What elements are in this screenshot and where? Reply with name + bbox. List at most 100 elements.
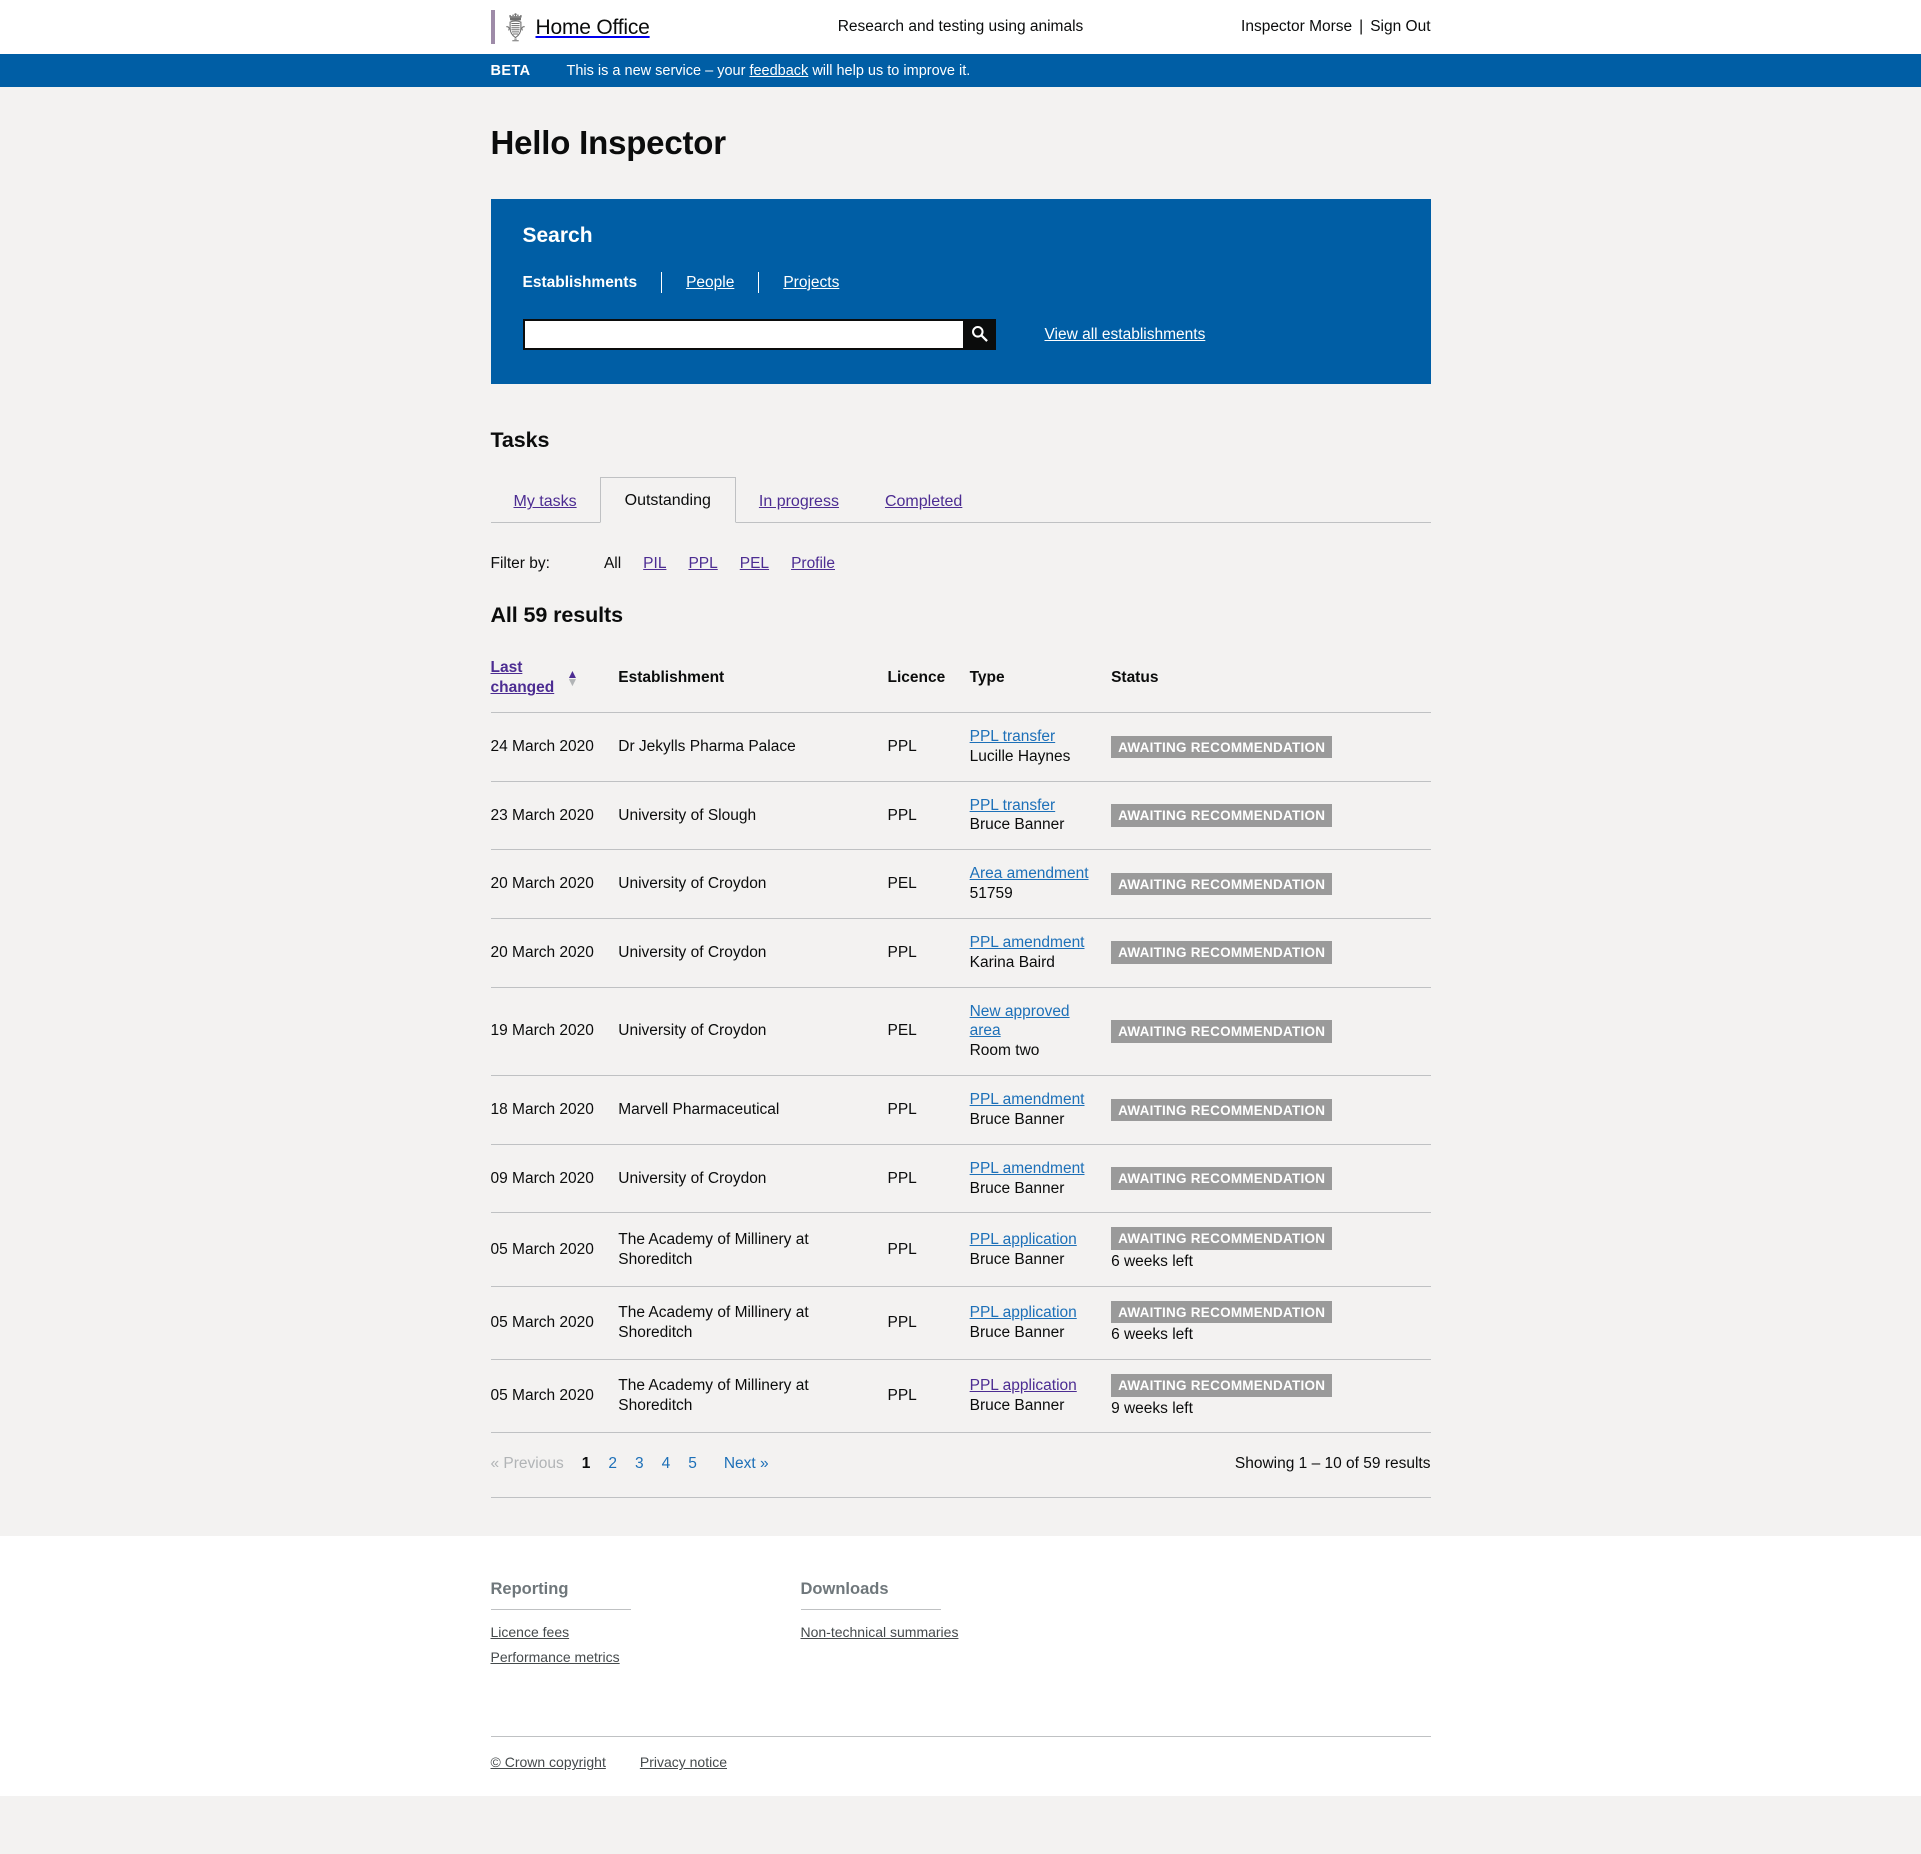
status-badge: AWAITING RECOMMENDATION [1111, 735, 1333, 759]
cell-last-changed: 24 March 2020 [490, 712, 619, 782]
task-type-link[interactable]: PPL amendment [970, 1160, 1085, 1177]
pagination-page-2[interactable]: 2 [608, 1455, 617, 1473]
tab-completed[interactable]: Completed [862, 480, 985, 523]
view-all-establishments-link[interactable]: View all establishments [1045, 326, 1206, 344]
cell-licence: PPL [887, 1286, 970, 1361]
filter-option-all[interactable]: All [604, 555, 621, 573]
footer-bottom-bar: © Crown copyright Privacy notice [490, 1736, 1431, 1770]
column-header-type: Type [969, 650, 1112, 713]
task-type-link[interactable]: New approved area [970, 1003, 1070, 1040]
tasks-heading: Tasks [490, 428, 550, 453]
footer-column-downloads: Downloads Non-technical summaries [800, 1580, 959, 1674]
table-row: 05 March 2020 The Academy of Millinery at… [490, 1286, 1431, 1361]
column-header-licence: Licence [887, 650, 970, 713]
pagination-page-3[interactable]: 3 [635, 1455, 644, 1473]
footer-column-reporting: Reporting Licence fees Performance metri… [490, 1580, 631, 1674]
table-row: 20 March 2020 University of Croydon PPL PPL… [490, 918, 1431, 988]
task-type-subject: Bruce Banner [969, 1250, 1065, 1268]
pagination-showing-text: Showing 1 – 10 of 59 results [1234, 1455, 1431, 1473]
tab-outstanding[interactable]: Outstanding [599, 477, 736, 524]
table-row: 05 March 2020 The Academy of Millinery at… [490, 1359, 1431, 1434]
cell-status: AWAITING RECOMMENDATION 9 weeks left [1111, 1359, 1431, 1434]
sort-last-changed-link[interactable]: Last changed [491, 658, 555, 698]
cell-establishment: University of Croydon [618, 849, 888, 919]
search-tab-projects[interactable]: Projects [783, 274, 863, 292]
task-type-link[interactable]: PPL application [970, 1377, 1077, 1394]
tab-in-progress[interactable]: In progress [736, 480, 862, 523]
brand-accent-bar [490, 10, 495, 44]
beta-tag: BETA [490, 62, 531, 79]
cell-last-changed: 05 March 2020 [490, 1286, 619, 1361]
filter-option-ppl[interactable]: PPL [688, 555, 717, 573]
task-type-link[interactable]: PPL amendment [970, 934, 1085, 951]
footer-columns: Reporting Licence fees Performance metri… [490, 1580, 1431, 1674]
search-tab-people[interactable]: People [686, 274, 758, 292]
tasks-table-body: 24 March 2020 Dr Jekylls Pharma Palace PPL… [490, 712, 1431, 1434]
task-type-subject: 51759 [969, 885, 1013, 903]
results-count-heading: All 59 results [490, 603, 624, 628]
table-row: 09 March 2020 University of Croydon PPL PPL… [490, 1144, 1431, 1214]
home-office-logo[interactable]: Home Office [490, 10, 650, 44]
filter-option-profile[interactable]: Profile [791, 555, 835, 573]
search-field-wrapper [522, 319, 996, 351]
task-type-link[interactable]: PPL application [970, 1304, 1077, 1321]
search-tab-establishments[interactable]: Establishments [523, 274, 662, 292]
filter-option-pel[interactable]: PEL [740, 555, 769, 573]
sort-arrows[interactable]: ▲ ▼ [567, 667, 579, 689]
pagination-page-1[interactable]: 1 [582, 1455, 591, 1473]
status-deadline-text: 9 weeks left [1111, 1399, 1193, 1417]
task-type-link[interactable]: PPL transfer [970, 797, 1056, 814]
search-submit-button[interactable] [962, 319, 996, 351]
cell-establishment: University of Croydon [618, 918, 888, 988]
cell-last-changed: 09 March 2020 [490, 1144, 619, 1214]
cell-type: PPL application Bruce Banner [969, 1286, 1112, 1361]
sign-out-link[interactable]: Sign Out [1370, 18, 1430, 35]
task-type-link[interactable]: PPL application [970, 1231, 1077, 1248]
sort-descending-icon[interactable]: ▼ [567, 676, 579, 689]
search-type-tabs: Establishments People Projects [523, 272, 1399, 294]
tab-my-tasks[interactable]: My tasks [491, 480, 600, 523]
cell-licence: PPL [887, 1212, 970, 1287]
cell-licence: PPL [887, 1359, 970, 1434]
pagination-row: « Previous 1 2 3 4 5 Next » Showing 1 – … [490, 1433, 1431, 1499]
cell-last-changed: 05 March 2020 [490, 1359, 619, 1434]
filter-option-pil[interactable]: PIL [643, 555, 666, 573]
table-row: 23 March 2020 University of Slough PPL PPL … [490, 781, 1431, 851]
cell-type: New approved area Room two [969, 987, 1112, 1077]
cell-establishment: Dr Jekylls Pharma Palace [618, 712, 888, 782]
task-type-link[interactable]: PPL amendment [970, 1091, 1085, 1108]
footer-link-performance-metrics[interactable]: Performance metrics [491, 1649, 631, 1665]
footer-divider [490, 1609, 631, 1611]
cell-establishment: University of Croydon [618, 987, 888, 1077]
footer-link-non-technical-summaries[interactable]: Non-technical summaries [801, 1624, 959, 1640]
pagination-page-5[interactable]: 5 [688, 1455, 697, 1473]
cell-type: PPL application Bruce Banner [969, 1359, 1112, 1434]
footer-heading-downloads: Downloads [800, 1580, 889, 1599]
task-type-subject: Karina Baird [969, 953, 1055, 971]
crown-copyright-link[interactable]: © Crown copyright [491, 1754, 606, 1770]
cell-status: AWAITING RECOMMENDATION 6 weeks left [1111, 1286, 1431, 1361]
cell-last-changed: 19 March 2020 [490, 987, 619, 1077]
cell-type: Area amendment 51759 [969, 849, 1112, 919]
cell-last-changed: 20 March 2020 [490, 918, 619, 988]
feedback-link[interactable]: feedback [749, 63, 808, 79]
privacy-notice-link[interactable]: Privacy notice [640, 1754, 727, 1770]
task-type-link[interactable]: PPL transfer [970, 728, 1056, 745]
user-name-link[interactable]: Inspector Morse [1241, 18, 1352, 35]
status-badge: AWAITING RECOMMENDATION [1111, 1227, 1333, 1250]
task-type-link[interactable]: Area amendment [970, 865, 1089, 882]
cell-type: PPL application Bruce Banner [969, 1212, 1112, 1287]
footer-divider [800, 1609, 941, 1611]
cell-status: AWAITING RECOMMENDATION [1111, 712, 1431, 782]
cell-establishment: The Academy of Millinery at Shoreditch [618, 1286, 888, 1361]
pagination-page-4[interactable]: 4 [662, 1455, 671, 1473]
beta-phase-banner: BETA This is a new service – your feedba… [0, 54, 1921, 87]
status-deadline-text: 6 weeks left [1111, 1252, 1193, 1270]
search-input[interactable] [522, 319, 963, 351]
cell-status: AWAITING RECOMMENDATION [1111, 987, 1431, 1077]
cell-licence: PPL [887, 1144, 970, 1214]
footer-link-licence-fees[interactable]: Licence fees [491, 1624, 631, 1640]
cell-last-changed: 18 March 2020 [490, 1075, 619, 1145]
pagination-next[interactable]: Next » [724, 1455, 769, 1473]
cell-licence: PPL [887, 918, 970, 988]
